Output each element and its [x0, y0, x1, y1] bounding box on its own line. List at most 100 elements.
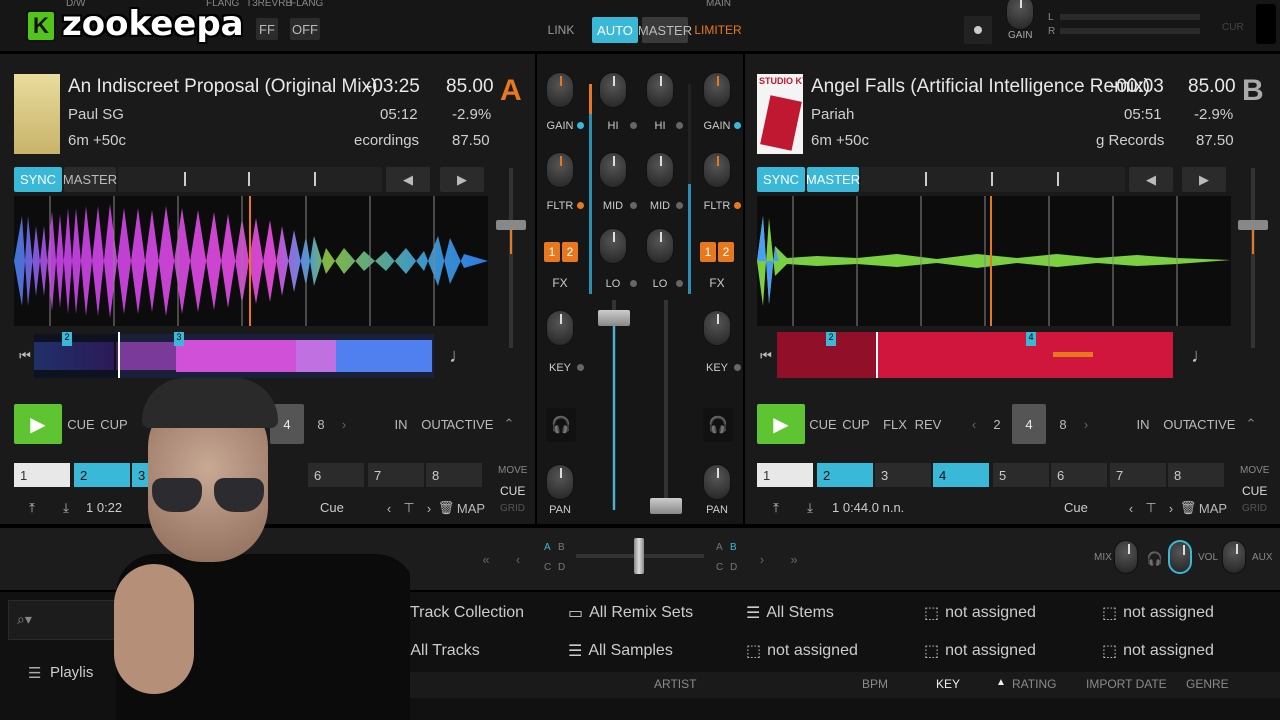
- mixer-a-hi-knob[interactable]: [599, 72, 627, 108]
- deck-a-hotcue-8[interactable]: 8: [426, 463, 482, 487]
- deck-b-cue-button[interactable]: CUE: [808, 404, 838, 444]
- deck-b-loop-prev[interactable]: ‹: [966, 404, 982, 444]
- deck-a-cue-button[interactable]: CUE: [66, 404, 96, 444]
- deck-b-loop-next[interactable]: ›: [1078, 404, 1094, 444]
- deck-b-grid-set-icon[interactable]: ⤒: [762, 496, 790, 520]
- deck-a-tempo-fader[interactable]: [496, 168, 526, 348]
- deck-b-beatjump-back[interactable]: ◀: [1129, 167, 1173, 192]
- deck-b-collapse-icon[interactable]: ⌃: [1238, 404, 1264, 444]
- deck-b-play-button[interactable]: ▶: [757, 404, 805, 444]
- deck-b-cue-mode[interactable]: CUE: [1242, 484, 1267, 498]
- favorite-slot-5[interactable]: ⬚ not assigned: [1102, 603, 1214, 623]
- deck-a-sync-button[interactable]: SYNC: [14, 167, 62, 192]
- mixer-b-filter-knob[interactable]: [703, 152, 731, 188]
- crossfader-jump-right-icon[interactable]: »: [782, 546, 806, 572]
- mixer-a-mid-knob[interactable]: [599, 152, 627, 188]
- mixer-b-fx1-button[interactable]: 1: [700, 242, 716, 262]
- mixer-b-gain-knob[interactable]: [703, 72, 731, 108]
- favorite-all-samples[interactable]: ☰ All Samples: [568, 641, 673, 661]
- deck-b-note-icon[interactable]: ♩: [1190, 336, 1212, 376]
- deck-b-hotcue-4[interactable]: 4: [933, 463, 989, 487]
- limiter-button[interactable]: LIMITER: [694, 17, 741, 43]
- deck-b-loop-2[interactable]: 2: [984, 404, 1010, 444]
- mixer-a-channel-fader[interactable]: [598, 300, 630, 520]
- deck-b-tempo-fader[interactable]: [1238, 168, 1268, 348]
- favorite-slot-4[interactable]: ⬚ not assigned: [924, 603, 1036, 623]
- column-genre[interactable]: GENRE: [1186, 677, 1229, 691]
- deck-b-cue-marker-2[interactable]: 2: [826, 332, 836, 346]
- deck-b-cup-button[interactable]: CUP: [840, 404, 872, 444]
- deck-b-loop-active-button[interactable]: ACTIVE: [1189, 404, 1236, 444]
- mixer-a-headphone-icon[interactable]: 🎧: [546, 408, 576, 442]
- auto-button[interactable]: AUTO: [592, 17, 638, 43]
- favorite-slot-9[interactable]: ⬚ not assigned: [924, 641, 1036, 661]
- deck-b-cue-next[interactable]: ›: [1162, 496, 1180, 520]
- master-tempo-button[interactable]: MASTER: [638, 17, 692, 43]
- fx-off-button[interactable]: OFF: [290, 18, 320, 40]
- deck-a-waveform[interactable]: [14, 196, 488, 326]
- mixer-b-headphone-icon[interactable]: 🎧: [703, 408, 733, 442]
- cue-vol-knob[interactable]: [1168, 540, 1192, 574]
- crossfader-jump-left-icon[interactable]: «: [474, 546, 498, 572]
- record-button[interactable]: [964, 16, 992, 44]
- link-button[interactable]: LINK: [542, 17, 580, 43]
- crossfader[interactable]: [576, 538, 704, 574]
- deck-a-note-icon[interactable]: ♩: [448, 336, 470, 376]
- deck-b-cue-marker-4[interactable]: 4: [1026, 332, 1036, 346]
- deck-b-loop-8[interactable]: 8: [1048, 404, 1078, 444]
- deck-a-hotcue-1[interactable]: 1: [14, 463, 70, 487]
- mixer-b-lo-knob[interactable]: [646, 228, 674, 264]
- deck-a-delete-icon[interactable]: 🗑: [438, 496, 455, 520]
- favorite-all-stems[interactable]: ☰ All Stems: [746, 603, 834, 623]
- deck-a-cue-marker-2[interactable]: 2: [62, 332, 72, 346]
- mixer-a-gain-knob[interactable]: [546, 72, 574, 108]
- fx-button-ff[interactable]: FF: [256, 18, 278, 40]
- deck-a-cue-mode[interactable]: CUE: [500, 484, 525, 498]
- main-gain-knob[interactable]: [1006, 0, 1034, 30]
- deck-b-track-start-icon[interactable]: ⏮: [757, 336, 775, 376]
- column-rating[interactable]: RATING: [1012, 677, 1056, 691]
- deck-a-master-button[interactable]: MASTER: [63, 167, 117, 192]
- deck-a-track-start-icon[interactable]: ⏮: [14, 336, 36, 376]
- deck-b-map-button[interactable]: MAP: [1198, 496, 1228, 520]
- mixer-b-pan-knob[interactable]: [703, 464, 731, 500]
- favorite-slot-10[interactable]: ⬚ not assigned: [1102, 641, 1214, 661]
- mixer-a-fx2-button[interactable]: 2: [562, 242, 578, 262]
- column-import-date[interactable]: IMPORT DATE: [1086, 677, 1167, 691]
- favorite-track-collection[interactable]: ◎Track Collection: [390, 603, 524, 623]
- mixer-b-key-knob[interactable]: [703, 310, 731, 346]
- crossfader-step-right-icon[interactable]: ›: [752, 546, 772, 572]
- deck-b-hotcue-2[interactable]: 2: [817, 463, 873, 487]
- column-key[interactable]: KEY: [936, 677, 960, 691]
- mixer-a-pan-knob[interactable]: [546, 464, 574, 500]
- deck-b-sync-button[interactable]: SYNC: [757, 167, 805, 192]
- deck-a-cue-marker-3[interactable]: 3: [174, 332, 184, 346]
- deck-b-waveform[interactable]: [757, 196, 1231, 326]
- deck-b-cue-set-icon[interactable]: ⊤: [1142, 496, 1160, 520]
- mixer-b-fx2-button[interactable]: 2: [718, 242, 734, 262]
- deck-a-play-button[interactable]: ▶: [14, 404, 62, 444]
- deck-a-grid-tick-icon[interactable]: ⤓: [52, 496, 80, 520]
- deck-b-cue-prev[interactable]: ‹: [1122, 496, 1140, 520]
- cue-mix-knob[interactable]: [1114, 540, 1138, 574]
- deck-b-hotcue-7[interactable]: 7: [1110, 463, 1166, 487]
- mixer-a-fx1-button[interactable]: 1: [544, 242, 560, 262]
- mixer-a-lo-knob[interactable]: [599, 228, 627, 264]
- deck-b-grid-tick-icon[interactable]: ⤓: [796, 496, 824, 520]
- deck-b-flux-button[interactable]: FLX: [880, 404, 910, 444]
- deck-b-reverse-button[interactable]: REV: [912, 404, 944, 444]
- deck-a-cue-next[interactable]: ›: [420, 496, 438, 520]
- aux-knob[interactable]: [1222, 540, 1246, 574]
- deck-b-cue-type[interactable]: Cue: [1064, 500, 1088, 515]
- favorite-all-remix-sets[interactable]: ▭ All Remix Sets: [568, 603, 693, 623]
- favorite-slot-8[interactable]: ⬚ not assigned: [746, 641, 858, 661]
- deck-b-hotcue-1[interactable]: 1: [757, 463, 813, 487]
- deck-b-master-button[interactable]: MASTER: [806, 167, 860, 192]
- column-bpm[interactable]: BPM: [862, 677, 888, 691]
- deck-b-overview[interactable]: [777, 332, 1173, 378]
- column-artist[interactable]: ARTIST: [654, 677, 696, 691]
- settings-icon[interactable]: [1256, 4, 1276, 44]
- deck-b-delete-icon[interactable]: 🗑: [1180, 496, 1197, 520]
- deck-b-hotcue-6[interactable]: 6: [1051, 463, 1107, 487]
- deck-b-beatjump-forward[interactable]: ▶: [1182, 167, 1226, 192]
